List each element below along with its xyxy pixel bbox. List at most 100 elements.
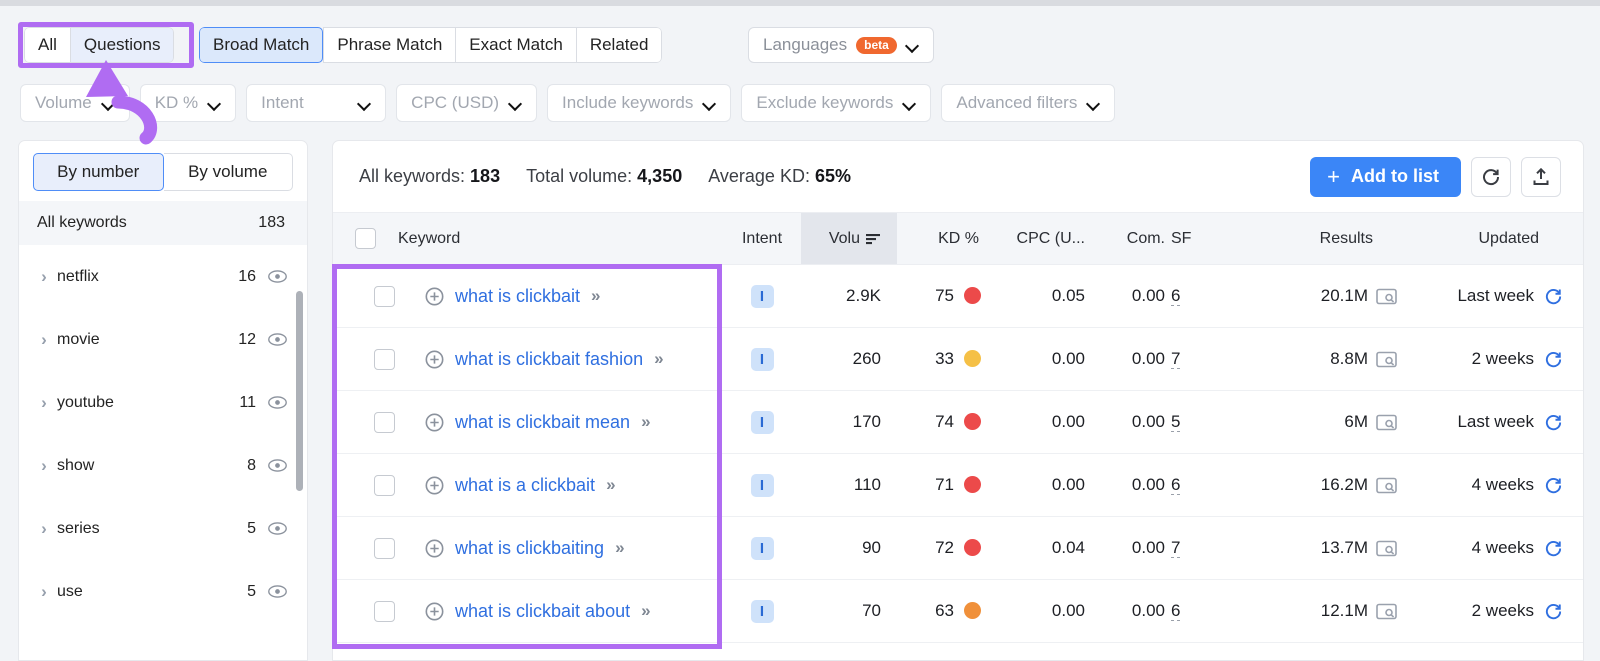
sf-value[interactable]: 7 — [1171, 538, 1181, 558]
intent-badge[interactable]: I — [750, 410, 774, 434]
add-keyword-icon[interactable] — [425, 476, 444, 495]
serp-preview-icon[interactable] — [1376, 414, 1397, 431]
serp-preview-icon[interactable] — [1376, 477, 1397, 494]
filter-cpc[interactable]: CPC (USD) — [396, 84, 538, 122]
chevron-right-icon[interactable]: › — [31, 393, 57, 413]
filter-exclude-keywords[interactable]: Exclude keywords — [741, 84, 932, 122]
refresh-button[interactable] — [1471, 156, 1511, 197]
row-refresh-icon[interactable] — [1544, 350, 1563, 369]
add-keyword-icon[interactable] — [425, 287, 444, 306]
eye-icon[interactable] — [268, 459, 287, 472]
eye-icon[interactable] — [268, 333, 287, 346]
expand-keyword-icon[interactable]: » — [654, 349, 664, 369]
col-volume[interactable]: Volu — [801, 212, 897, 265]
add-to-list-button[interactable]: + Add to list — [1310, 156, 1461, 197]
filter-kd[interactable]: KD % — [139, 84, 237, 122]
scope-tab-all[interactable]: All — [24, 27, 70, 63]
table-row[interactable]: what is clickbait » I 2.9K 75 0.05 0.00 … — [333, 264, 1583, 328]
intent-badge[interactable]: I — [750, 599, 774, 623]
sidebar-item-all-keywords[interactable]: All keywords 183 — [19, 201, 307, 245]
eye-icon[interactable] — [268, 270, 287, 283]
toggle-by-volume[interactable]: By volume — [163, 153, 293, 191]
tab-exact-match[interactable]: Exact Match — [455, 27, 576, 63]
sidebar-item-movie[interactable]: › movie 12 — [19, 308, 307, 371]
languages-dropdown[interactable]: Languages beta — [748, 27, 934, 63]
expand-keyword-icon[interactable]: » — [606, 475, 616, 495]
sf-value[interactable]: 6 — [1171, 475, 1181, 495]
export-button[interactable] — [1521, 156, 1561, 197]
sidebar-item-use[interactable]: › use 5 — [19, 560, 307, 623]
table-row[interactable]: what is clickbait mean » I 170 74 0.00 0… — [333, 390, 1583, 454]
sidebar-item-youtube[interactable]: › youtube 11 — [19, 371, 307, 434]
col-sf[interactable]: SF — [1171, 212, 1231, 265]
chevron-right-icon[interactable]: › — [31, 456, 57, 476]
sidebar-scrollbar[interactable] — [296, 291, 303, 491]
col-intent[interactable]: Intent — [723, 212, 801, 265]
col-updated[interactable]: Updated — [1407, 212, 1583, 265]
table-row[interactable]: what is clickbait about » I 70 63 0.00 0… — [333, 579, 1583, 643]
tab-broad-match[interactable]: Broad Match — [199, 27, 324, 63]
expand-keyword-icon[interactable]: » — [641, 601, 651, 621]
intent-badge[interactable]: I — [750, 284, 774, 308]
expand-keyword-icon[interactable]: » — [615, 538, 625, 558]
sidebar-item-netflix[interactable]: › netflix 16 — [19, 245, 307, 308]
row-refresh-icon[interactable] — [1544, 539, 1563, 558]
serp-preview-icon[interactable] — [1376, 351, 1397, 368]
row-checkbox[interactable] — [374, 600, 395, 622]
sidebar-item-series[interactable]: › series 5 — [19, 497, 307, 560]
col-com[interactable]: Com. — [1091, 212, 1171, 265]
expand-keyword-icon[interactable]: » — [641, 412, 651, 432]
sf-value[interactable]: 6 — [1171, 601, 1181, 621]
add-keyword-icon[interactable] — [425, 539, 444, 558]
sidebar-item-show[interactable]: › show 8 — [19, 434, 307, 497]
add-keyword-icon[interactable] — [425, 413, 444, 432]
keyword-link[interactable]: what is clickbait about — [455, 601, 630, 622]
sf-value[interactable]: 6 — [1171, 286, 1181, 306]
chevron-right-icon[interactable]: › — [31, 519, 57, 539]
intent-badge[interactable]: I — [750, 347, 774, 371]
row-checkbox[interactable] — [374, 411, 395, 433]
filter-intent[interactable]: Intent — [246, 84, 387, 122]
row-checkbox[interactable] — [374, 348, 395, 370]
keyword-link[interactable]: what is clickbait fashion — [455, 349, 643, 370]
filter-include-keywords[interactable]: Include keywords — [547, 84, 732, 122]
chevron-right-icon[interactable]: › — [31, 330, 57, 350]
serp-preview-icon[interactable] — [1376, 288, 1397, 305]
row-checkbox[interactable] — [374, 285, 395, 307]
keyword-link[interactable]: what is clickbait — [455, 286, 580, 307]
eye-icon[interactable] — [268, 396, 287, 409]
filter-advanced[interactable]: Advanced filters — [941, 84, 1116, 122]
row-checkbox[interactable] — [374, 474, 395, 496]
table-row[interactable]: what is clickbait fashion » I 260 33 0.0… — [333, 327, 1583, 391]
keyword-link[interactable]: what is clickbaiting — [455, 538, 604, 559]
row-refresh-icon[interactable] — [1544, 413, 1563, 432]
table-row[interactable]: what is a clickbait » I 110 71 0.00 0.00… — [333, 453, 1583, 517]
tab-related[interactable]: Related — [575, 27, 663, 63]
filter-volume[interactable]: Volume — [20, 84, 130, 122]
row-checkbox[interactable] — [374, 537, 395, 559]
row-refresh-icon[interactable] — [1544, 602, 1563, 621]
tab-phrase-match[interactable]: Phrase Match — [323, 27, 456, 63]
chevron-right-icon[interactable]: › — [31, 267, 57, 287]
select-all-checkbox[interactable] — [355, 228, 376, 249]
intent-badge[interactable]: I — [750, 473, 774, 497]
add-keyword-icon[interactable] — [425, 350, 444, 369]
keyword-link[interactable]: what is clickbait mean — [455, 412, 630, 433]
toggle-by-number[interactable]: By number — [33, 153, 164, 191]
expand-keyword-icon[interactable]: » — [591, 286, 601, 306]
col-cpc[interactable]: CPC (U... — [981, 212, 1091, 265]
serp-preview-icon[interactable] — [1376, 603, 1397, 620]
chevron-right-icon[interactable]: › — [31, 582, 57, 602]
sf-value[interactable]: 7 — [1171, 349, 1181, 369]
intent-badge[interactable]: I — [750, 536, 774, 560]
serp-preview-icon[interactable] — [1376, 540, 1397, 557]
col-kd[interactable]: KD % — [897, 212, 981, 265]
eye-icon[interactable] — [268, 522, 287, 535]
table-row[interactable]: what is clickbaiting » I 90 72 0.04 0.00… — [333, 516, 1583, 580]
sf-value[interactable]: 5 — [1171, 412, 1181, 432]
scope-tab-questions[interactable]: Questions — [69, 27, 175, 63]
col-keyword[interactable]: Keyword — [333, 212, 723, 265]
add-keyword-icon[interactable] — [425, 602, 444, 621]
row-refresh-icon[interactable] — [1544, 476, 1563, 495]
row-refresh-icon[interactable] — [1544, 287, 1563, 306]
